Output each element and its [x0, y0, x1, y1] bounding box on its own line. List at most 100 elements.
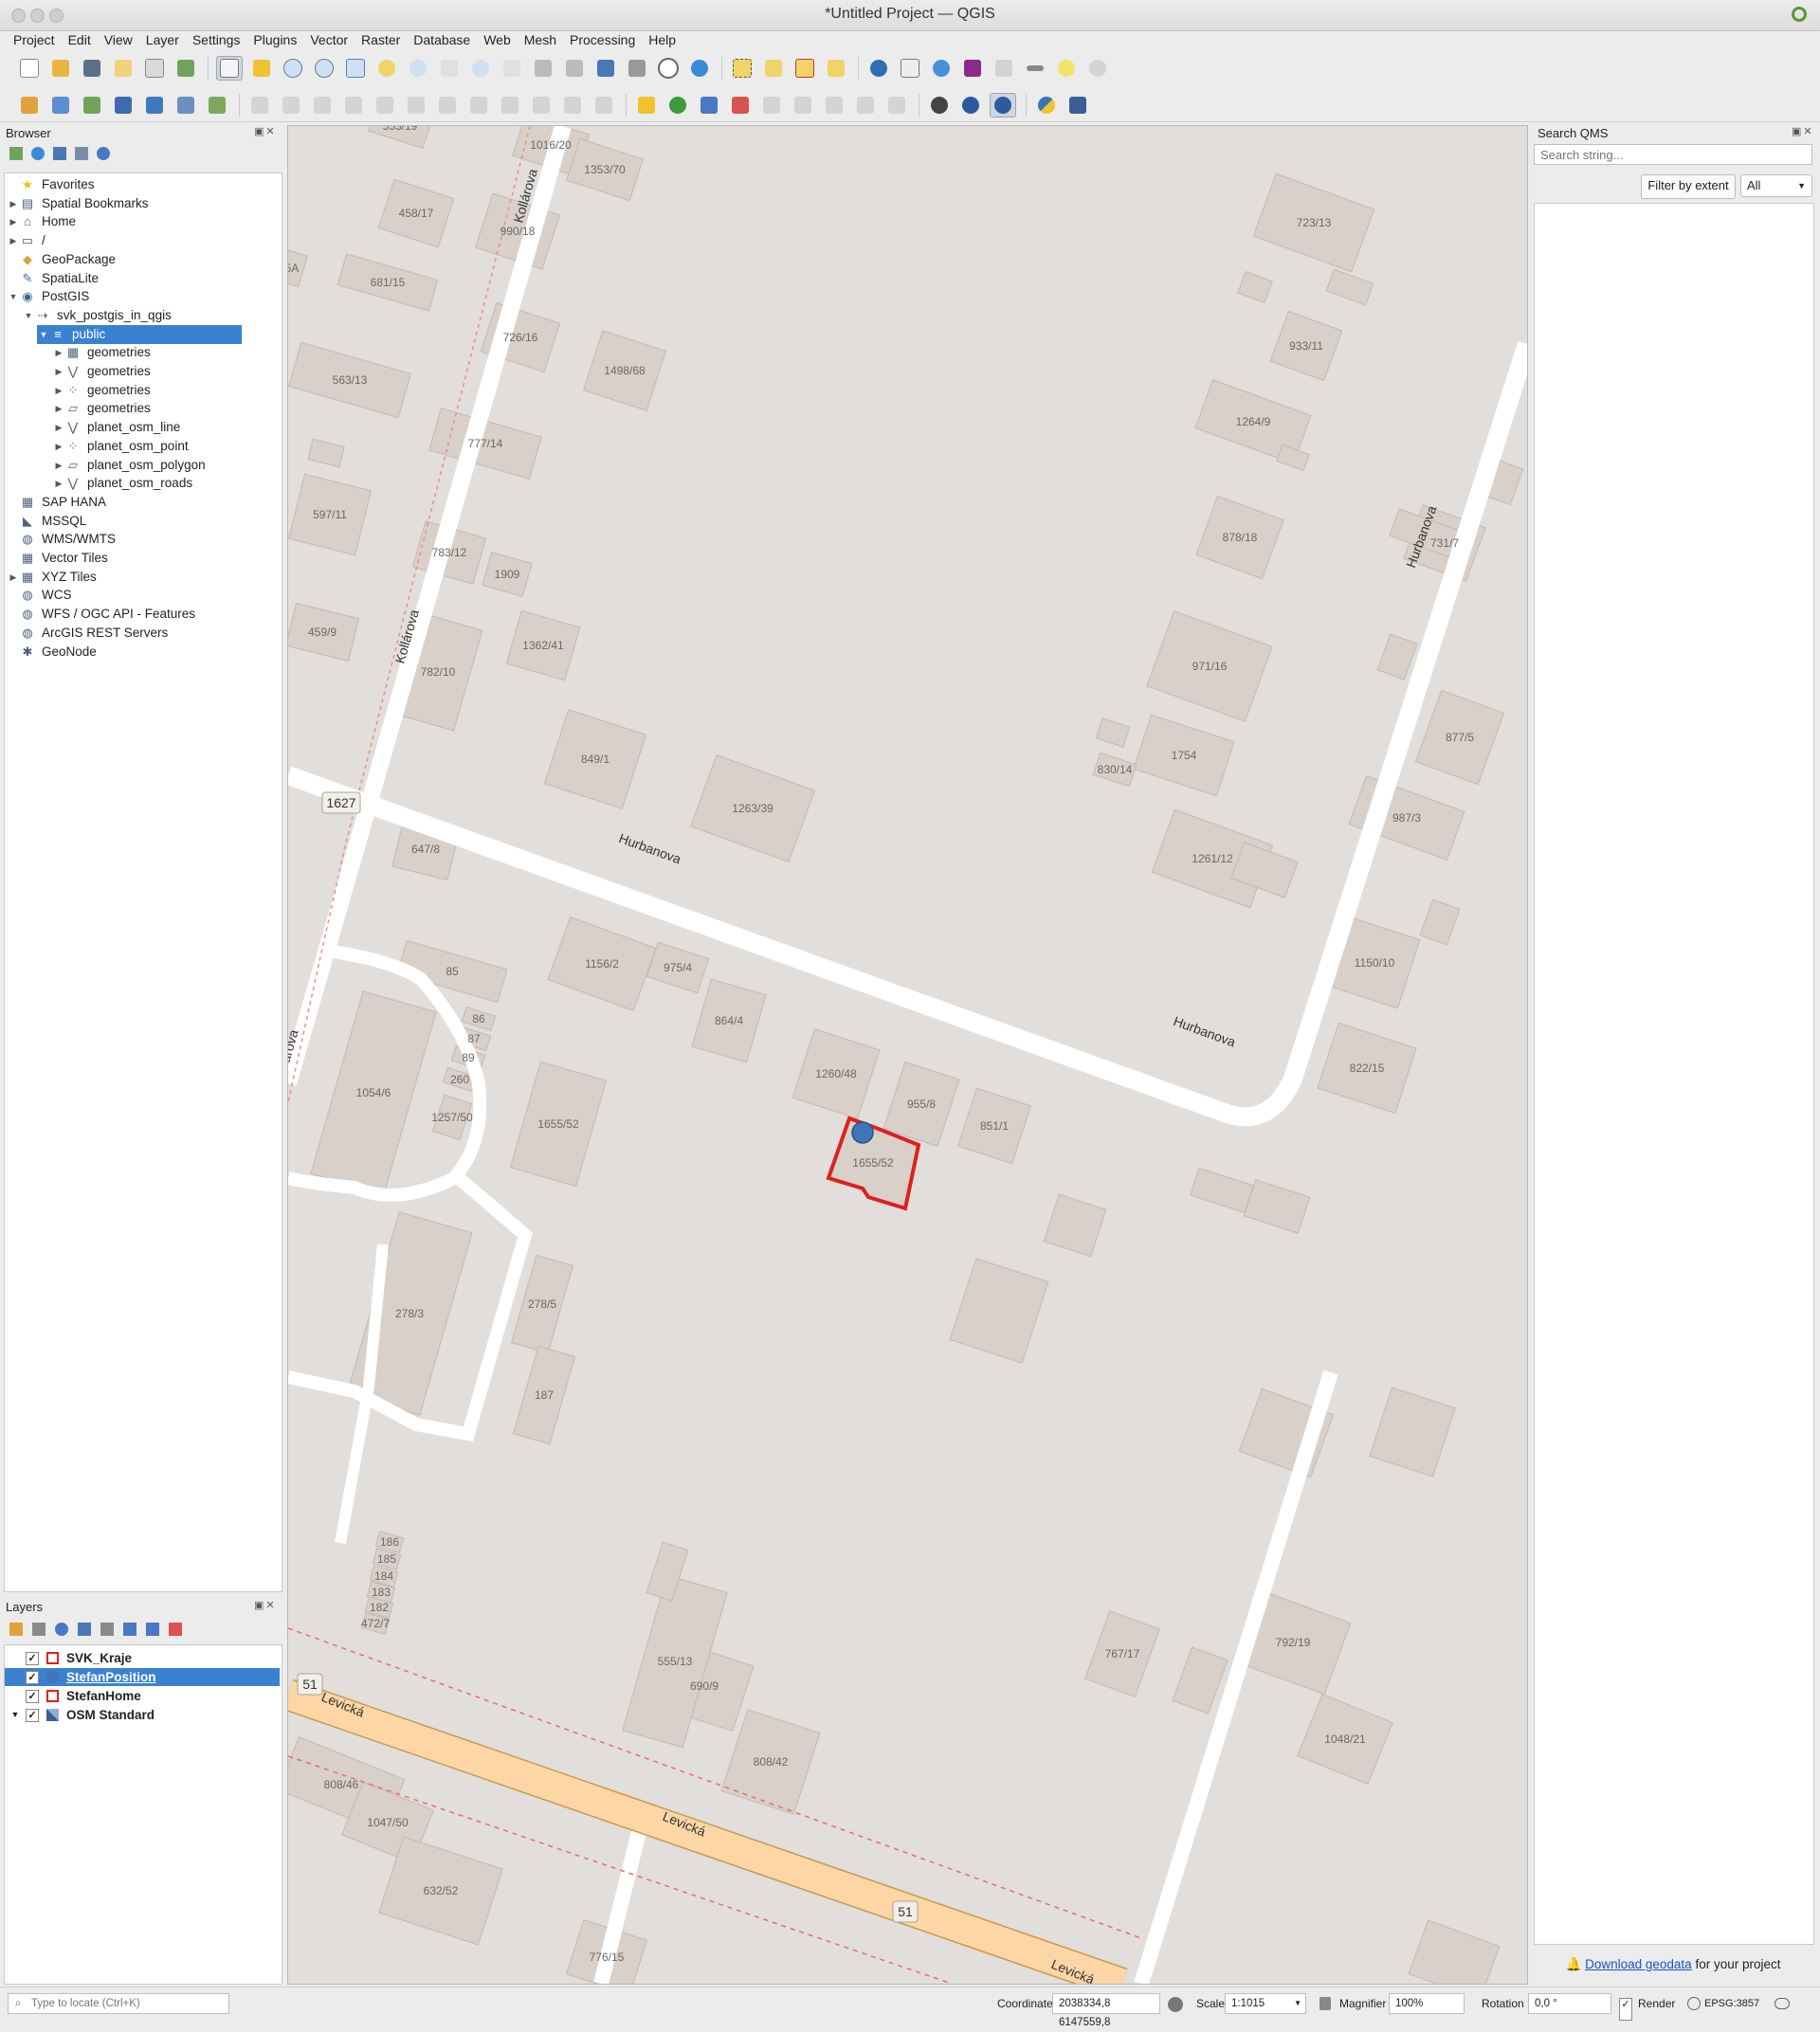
- cut-features-icon[interactable]: [466, 94, 491, 117]
- browser-item[interactable]: ▼ ◉ PostGIS: [7, 287, 90, 306]
- coordinate-field[interactable]: 2038334,8 6147559,8: [1052, 1993, 1160, 2028]
- properties-icon[interactable]: [97, 147, 110, 160]
- collapsed-arrow-icon[interactable]: ▶: [52, 343, 65, 362]
- zoom-to-layer-icon[interactable]: [406, 57, 430, 80]
- menu-mesh[interactable]: Mesh: [519, 30, 565, 49]
- filter-browser-icon[interactable]: [53, 147, 66, 160]
- browser-item[interactable]: ▶ ⋁ planet_osm_line: [52, 418, 181, 437]
- show-hide-labels-icon[interactable]: [884, 94, 909, 117]
- new-virtual-layer-icon[interactable]: [142, 94, 167, 117]
- attribute-table-icon[interactable]: [898, 57, 922, 80]
- diagram-tool-icon[interactable]: [665, 94, 690, 117]
- collapsed-arrow-icon[interactable]: ▶: [52, 399, 65, 418]
- menu-layer[interactable]: Layer: [141, 30, 188, 49]
- locator-bar[interactable]: ⌕ Type to locate (Ctrl+K): [8, 1993, 229, 2014]
- browser-item[interactable]: ◆ GeoPackage: [7, 250, 116, 269]
- qms-panel-buttons[interactable]: ▣✕: [1792, 125, 1814, 137]
- python-console-icon[interactable]: [1034, 94, 1059, 117]
- browser-item[interactable]: ▦ Vector Tiles: [7, 549, 108, 568]
- browser-item[interactable]: ◣ MSSQL: [7, 512, 86, 531]
- layout-manager-icon[interactable]: [142, 57, 167, 80]
- expanded-arrow-icon[interactable]: ▼: [5, 1706, 26, 1724]
- collapse-all-icon[interactable]: [75, 147, 88, 160]
- new-geopackage-layer-icon[interactable]: [48, 94, 73, 117]
- scale-combo[interactable]: 1:1015 ▼: [1225, 1993, 1306, 2014]
- browser-item[interactable]: ◍ WMS/WMTS: [7, 530, 116, 549]
- locator-filter-icon[interactable]: [1085, 57, 1110, 80]
- menu-web[interactable]: Web: [479, 30, 519, 49]
- collapsed-arrow-icon[interactable]: ▶: [52, 456, 65, 475]
- open-field-calculator-icon[interactable]: [992, 57, 1016, 80]
- copy-features-icon[interactable]: [498, 94, 522, 117]
- browser-item[interactable]: ▶ ▦ XYZ Tiles: [7, 568, 97, 587]
- style-manager-icon[interactable]: [173, 57, 198, 80]
- menu-settings[interactable]: Settings: [188, 30, 249, 49]
- menu-edit[interactable]: Edit: [64, 30, 100, 49]
- menu-database[interactable]: Database: [409, 30, 479, 49]
- toggle-editing-icon[interactable]: [279, 94, 303, 117]
- pan-to-selection-icon[interactable]: [249, 57, 274, 80]
- modify-attributes-icon[interactable]: [404, 94, 428, 117]
- vertex-tool-icon[interactable]: [373, 94, 397, 117]
- browser-item[interactable]: ◍ WFS / OGC API - Features: [7, 605, 195, 624]
- save-project-icon[interactable]: [80, 57, 104, 80]
- map-tips-icon[interactable]: [1054, 57, 1079, 80]
- layer-visibility-checkbox[interactable]: ✓: [26, 1651, 39, 1665]
- refresh-icon[interactable]: [687, 57, 712, 80]
- crs-label[interactable]: EPSG:3857: [1704, 1993, 1759, 2014]
- menu-processing[interactable]: Processing: [565, 30, 644, 49]
- browser-item[interactable]: ▼ ≡ public: [37, 324, 242, 344]
- show-bookmarks-icon[interactable]: [625, 57, 649, 80]
- menu-plugins[interactable]: Plugins: [248, 30, 305, 49]
- browser-item[interactable]: ★ Favorites: [7, 175, 94, 194]
- browser-item[interactable]: ▼ ⇢ svk_postgis_in_qgis: [22, 306, 172, 325]
- browser-item[interactable]: ▶ ▱ geometries: [52, 399, 151, 418]
- menu-help[interactable]: Help: [644, 30, 684, 49]
- new-map-view-icon[interactable]: [531, 57, 555, 80]
- label-tool-icon[interactable]: [634, 94, 659, 117]
- pan-map-icon[interactable]: [216, 56, 243, 81]
- open-project-icon[interactable]: [48, 57, 73, 80]
- select-features-icon[interactable]: [730, 57, 755, 80]
- new-spatialite-layer-icon[interactable]: [111, 94, 136, 117]
- qms-search-icon[interactable]: [990, 93, 1016, 118]
- redo-icon[interactable]: [592, 94, 616, 117]
- layer-visibility-checkbox[interactable]: ✓: [26, 1689, 39, 1703]
- refresh-browser-icon[interactable]: [31, 147, 45, 160]
- collapsed-arrow-icon[interactable]: ▶: [7, 231, 20, 250]
- zoom-in-icon[interactable]: [281, 57, 305, 80]
- zoom-next-icon[interactable]: [500, 57, 524, 80]
- select-location-icon[interactable]: [824, 57, 848, 80]
- paste-features-icon[interactable]: [529, 94, 554, 117]
- undo-icon[interactable]: [560, 94, 585, 117]
- crs-globe-icon[interactable]: [1687, 1997, 1701, 2010]
- remove-layer-icon[interactable]: [169, 1623, 182, 1636]
- add-selected-layers-icon[interactable]: [9, 147, 23, 160]
- collapsed-arrow-icon[interactable]: ▶: [52, 437, 65, 456]
- collapsed-arrow-icon[interactable]: ▶: [7, 212, 20, 231]
- browser-item[interactable]: ▶ ⁘ geometries: [52, 381, 151, 400]
- add-group-icon[interactable]: [32, 1623, 46, 1636]
- delete-selected-icon[interactable]: [435, 94, 460, 117]
- expanded-arrow-icon[interactable]: ▼: [37, 325, 50, 344]
- expanded-arrow-icon[interactable]: ▼: [7, 287, 20, 306]
- browser-item[interactable]: ▶ ▱ planet_osm_polygon: [52, 456, 206, 475]
- layer-item[interactable]: ✓ StefanPosition: [5, 1668, 280, 1686]
- expanded-arrow-icon[interactable]: ▼: [22, 306, 35, 325]
- collapsed-arrow-icon[interactable]: ▶: [7, 194, 20, 213]
- add-feature-icon[interactable]: [341, 94, 366, 117]
- filter-legend-icon[interactable]: [78, 1623, 91, 1636]
- highlight-pinned-labels-icon[interactable]: [697, 94, 721, 117]
- add-vector-layer-icon[interactable]: [205, 94, 229, 117]
- browser-item[interactable]: ▶ ⋁ geometries: [52, 362, 151, 381]
- menu-project[interactable]: Project: [9, 30, 64, 49]
- temporal-controller-icon[interactable]: [656, 57, 681, 80]
- render-checkbox[interactable]: ✓: [1619, 1998, 1632, 2021]
- collapsed-arrow-icon[interactable]: ▶: [7, 568, 20, 587]
- collapse-all-layers-icon[interactable]: [146, 1623, 159, 1636]
- browser-item[interactable]: ▶ ⁘ planet_osm_point: [52, 437, 189, 456]
- new-print-layout-icon[interactable]: [111, 57, 136, 80]
- toggle-extents-icon[interactable]: [1168, 1997, 1183, 2012]
- manage-themes-icon[interactable]: [55, 1623, 68, 1636]
- current-edits-icon[interactable]: [247, 94, 272, 117]
